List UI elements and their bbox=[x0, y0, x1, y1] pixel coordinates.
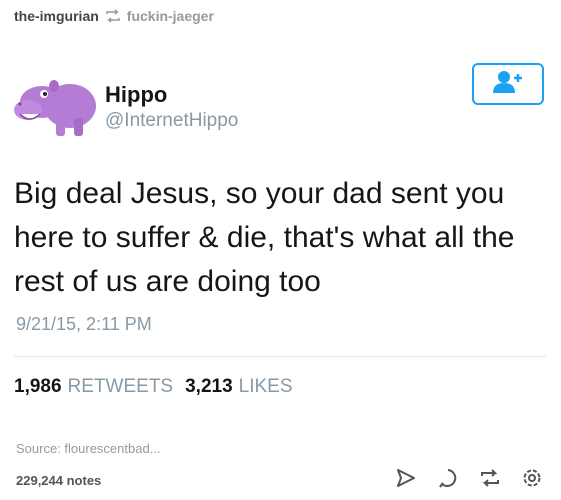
settings-icon[interactable] bbox=[521, 467, 543, 489]
follow-user-icon bbox=[490, 69, 526, 100]
reblog-header: the-imgurian fuckin-jaeger bbox=[14, 6, 214, 26]
tweet-text: Big deal Jesus, so your dad sent you her… bbox=[14, 177, 515, 298]
notes-count[interactable]: 229,244 notes bbox=[16, 473, 101, 488]
retweets-count: 1,986 bbox=[14, 376, 62, 397]
follow-button[interactable] bbox=[472, 63, 544, 105]
likes-label: LIKES bbox=[238, 376, 293, 397]
tweet-timestamp[interactable]: 9/21/15, 2:11 PM bbox=[16, 314, 152, 335]
reblog-icon bbox=[105, 9, 121, 23]
retweets-label: RETWEETS bbox=[67, 376, 174, 397]
reblog-icon[interactable] bbox=[479, 467, 501, 489]
post-actions bbox=[395, 467, 543, 489]
hippo-avatar-icon[interactable] bbox=[12, 72, 98, 140]
divider bbox=[14, 356, 546, 357]
tweet-card: Hippo @InternetHippo Big deal Jesus, so … bbox=[0, 38, 561, 428]
reblog-from-user[interactable]: the-imgurian bbox=[14, 8, 99, 24]
likes-stat[interactable]: 3,213 LIKES bbox=[185, 376, 292, 398]
reply-icon[interactable] bbox=[437, 467, 459, 489]
retweets-stat[interactable]: 1,986 RETWEETS bbox=[14, 376, 173, 398]
reblog-to-user[interactable]: fuckin-jaeger bbox=[127, 8, 214, 24]
source-link[interactable]: Source: flourescentbad... bbox=[16, 441, 161, 456]
user-handle[interactable]: @InternetHippo bbox=[105, 110, 238, 132]
display-name[interactable]: Hippo bbox=[105, 82, 167, 108]
likes-count: 3,213 bbox=[185, 376, 233, 397]
tweet-stats: 1,986 RETWEETS 3,213 LIKES bbox=[14, 376, 293, 398]
share-icon[interactable] bbox=[395, 467, 417, 489]
